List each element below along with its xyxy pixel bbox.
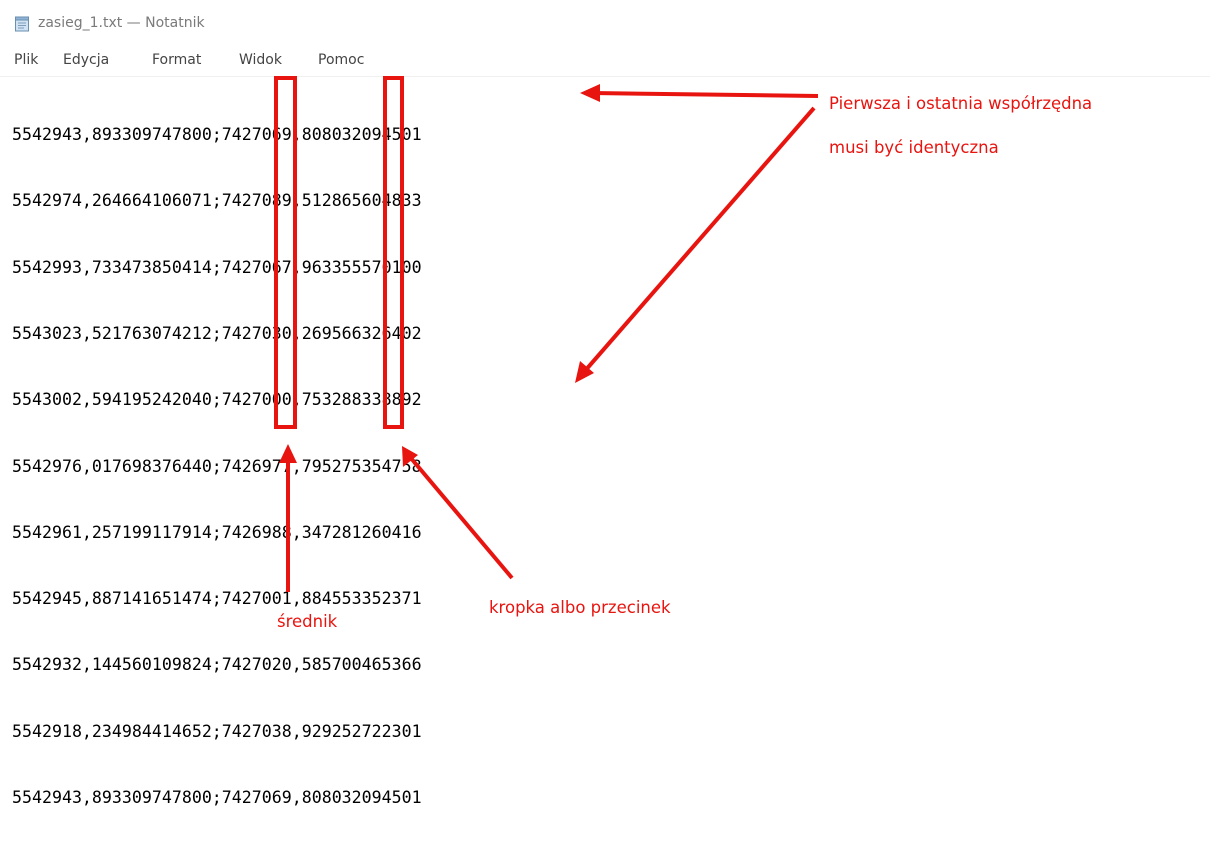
editor-content[interactable]: 5542943,893309747800;7427069,80803209450… — [12, 80, 422, 853]
text-line: 5542993,733473850414;7427067,96335557010… — [12, 257, 422, 277]
text-line: 5542961,257199117914;7426988,34728126041… — [12, 522, 422, 542]
text-line: 5542943,893309747800;7427069,80803209450… — [12, 125, 422, 145]
text-line: 5542918,234984414652;7427038,92925272230… — [12, 721, 422, 741]
text-line: 5542945,887141651474;7427001,88455335237… — [12, 589, 422, 609]
title-bar: zasieg_1.txt — Notatnik — [0, 0, 1210, 44]
menu-view[interactable]: Widok — [239, 52, 282, 68]
text-line: 5542976,017698376440;7426977,79527535475… — [12, 456, 422, 476]
text-editor[interactable]: 5542943,893309747800;7427069,80803209450… — [0, 76, 1210, 807]
annotation-dot-or-comma: kropka albo przecinek — [489, 598, 671, 617]
menu-format[interactable]: Format — [152, 52, 201, 68]
menu-file[interactable]: Plik — [14, 52, 38, 68]
menu-edit[interactable]: Edycja — [63, 52, 109, 68]
notepad-icon — [15, 16, 29, 32]
text-line: 5542932,144560109824;7427020,58570046536… — [12, 655, 422, 675]
annotation-first-last-line2: musi być identyczna — [829, 138, 999, 157]
text-line: 5542974,264664106071;7427089,51286560483… — [12, 191, 422, 211]
text-line: 5542943,893309747800;7427069,80803209450… — [12, 788, 422, 807]
annotation-semicolon: średnik — [277, 612, 338, 631]
menu-bar: Plik Edycja Format Widok Pomoc — [0, 48, 1210, 74]
text-line: 5543002,594195242040;7427000,75328833889… — [12, 390, 422, 410]
annotation-first-last-line1: Pierwsza i ostatnia współrzędna — [829, 94, 1093, 113]
menu-help[interactable]: Pomoc — [318, 52, 364, 68]
window-title: zasieg_1.txt — Notatnik — [38, 15, 205, 31]
text-line: 5543023,521763074212;7427030,26956632640… — [12, 324, 422, 344]
